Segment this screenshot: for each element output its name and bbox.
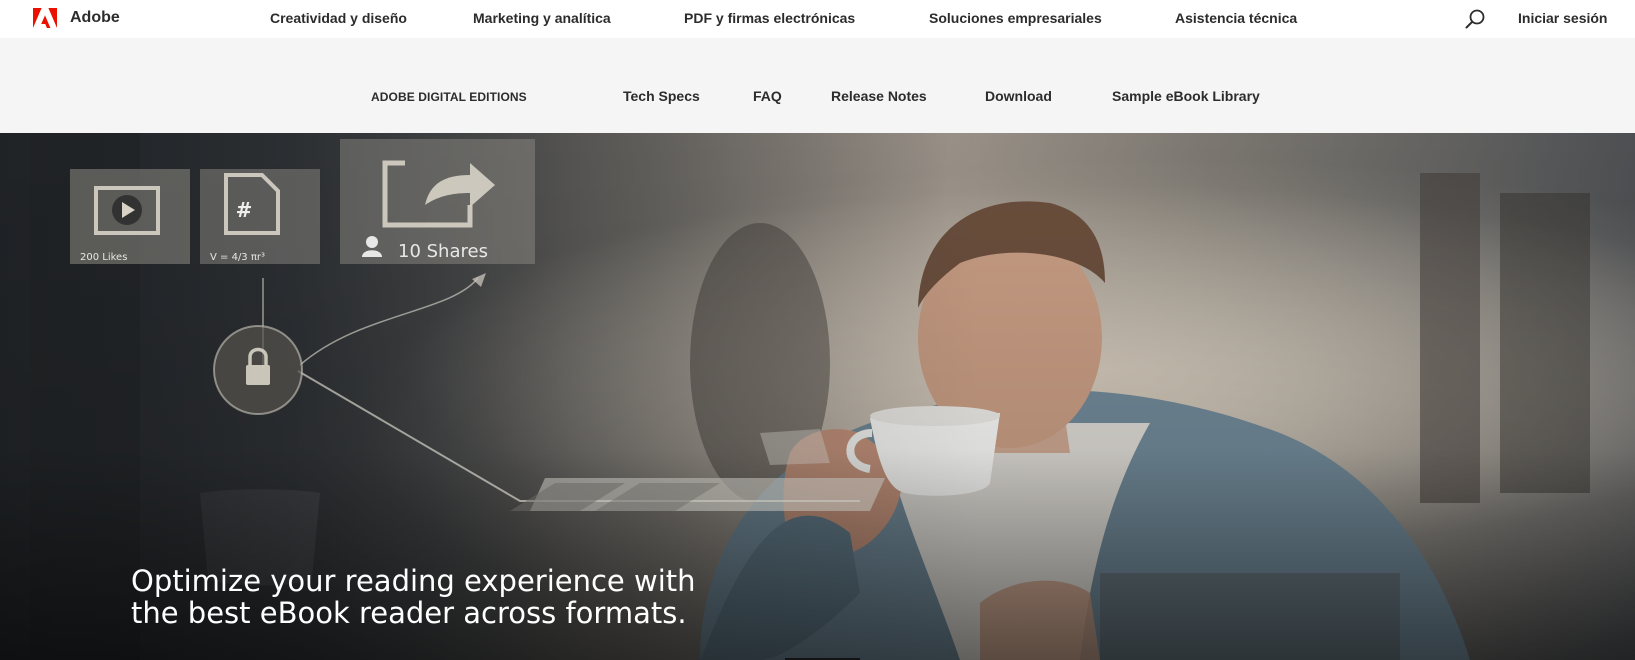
hash-symbol: # [236,198,253,222]
gnav-link-soluciones[interactable]: Soluciones empresariales [929,9,1102,27]
gnav-link-pdf[interactable]: PDF y firmas electrónicas [684,9,855,27]
product-subnav: ADOBE DIGITAL EDITIONS Tech Specs FAQ Re… [0,38,1635,133]
brand-name: Adobe [70,9,120,26]
gnav-link-creatividad[interactable]: Creatividad y diseño [270,9,407,27]
subnav-product-title[interactable]: ADOBE DIGITAL EDITIONS [371,88,527,106]
shares-count: 10 Shares [398,241,488,262]
hero-headline: Optimize your reading experience with th… [131,565,696,629]
hero-banner: 200 Likes # V = 4/3 πr³ 10 Shares Optimi… [0,133,1635,660]
subnav-release-notes[interactable]: Release Notes [831,87,927,105]
subnav-tech-specs[interactable]: Tech Specs [623,87,700,105]
global-nav: Adobe Creatividad y diseño Marketing y a… [0,0,1635,38]
gnav-link-marketing[interactable]: Marketing y analítica [473,9,611,27]
subnav-faq[interactable]: FAQ [753,87,782,105]
signin-link[interactable]: Iniciar sesión [1518,9,1607,27]
adobe-brand-link[interactable]: Adobe [33,8,120,28]
formula-label: V = 4/3 πr³ [210,252,265,263]
user-icon [366,236,378,248]
search-icon[interactable] [1464,8,1486,30]
gnav-link-asistencia[interactable]: Asistencia técnica [1175,9,1297,27]
adobe-logo-icon [33,8,57,28]
subnav-sample-library[interactable]: Sample eBook Library [1112,87,1260,105]
hero-headline-line1: Optimize your reading experience with [131,564,696,598]
likes-count: 200 Likes [80,252,127,263]
subnav-download[interactable]: Download [985,87,1052,105]
hero-headline-line2: the best eBook reader across formats. [131,596,687,630]
